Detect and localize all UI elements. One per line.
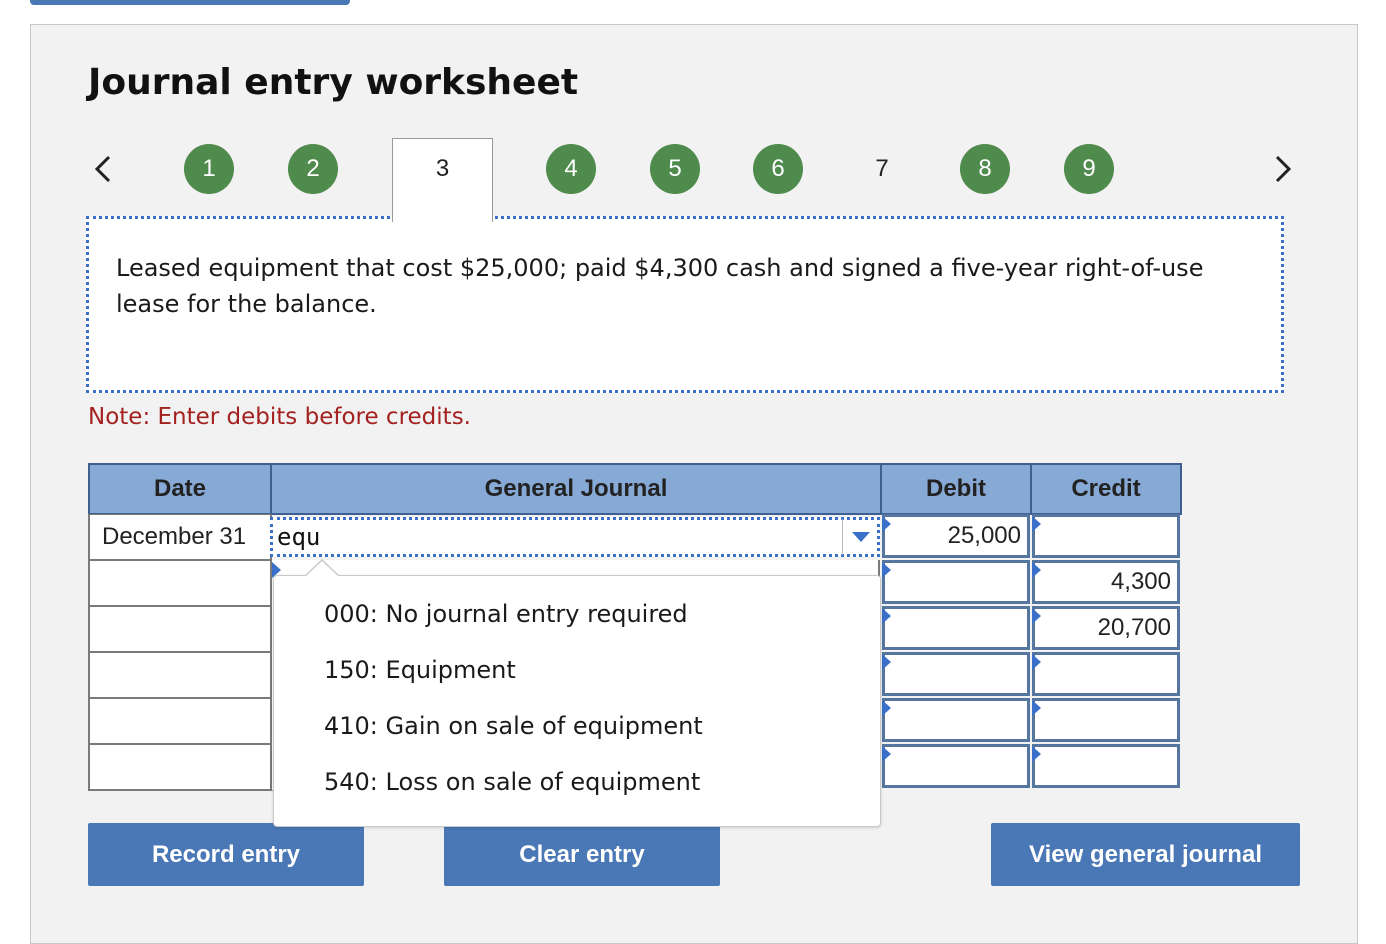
worksheet-title: Journal entry worksheet	[88, 62, 579, 103]
credit-column-header: Credit	[1030, 463, 1182, 515]
debit-cell[interactable]	[882, 698, 1030, 742]
account-option[interactable]: 410: Gain on sale of equipment	[324, 712, 703, 740]
credit-cell[interactable]	[1032, 514, 1180, 558]
credit-cell[interactable]: 20,700	[1032, 606, 1180, 650]
cell-marker-icon	[882, 654, 891, 670]
date-cell[interactable]	[88, 744, 272, 791]
cell-marker-icon	[1032, 608, 1041, 624]
date-column-header: Date	[88, 463, 272, 515]
transaction-description: Leased equipment that cost $25,000; paid…	[116, 254, 1204, 318]
entry-note: Note: Enter debits before credits.	[88, 404, 471, 430]
cell-marker-icon	[882, 608, 891, 624]
chevron-right-icon	[1275, 155, 1292, 183]
date-cell[interactable]	[88, 606, 272, 653]
cell-marker-icon	[882, 516, 891, 532]
debit-cell[interactable]	[882, 652, 1030, 696]
general-journal-column-header: General Journal	[270, 463, 882, 515]
date-cell[interactable]	[88, 560, 272, 607]
credit-cell[interactable]	[1032, 652, 1180, 696]
record-entry-button[interactable]: Record entry	[88, 823, 364, 886]
chevron-left-icon	[94, 155, 111, 183]
cell-marker-icon	[1032, 562, 1041, 578]
cell-marker-icon	[1032, 700, 1041, 716]
debit-cell[interactable]	[882, 560, 1030, 604]
dropdown-arrow-icon	[851, 532, 870, 542]
cell-marker-icon	[1032, 654, 1041, 670]
cell-marker-icon	[882, 562, 891, 578]
credit-cell[interactable]: 4,300	[1032, 560, 1180, 604]
debit-cell[interactable]: 25,000	[882, 514, 1030, 558]
date-cell[interactable]	[88, 698, 272, 745]
cell-marker-icon	[882, 700, 891, 716]
account-option[interactable]: 150: Equipment	[324, 656, 516, 684]
top-accent-bar	[30, 0, 350, 5]
cell-marker-icon	[882, 746, 891, 762]
step-9[interactable]: 9	[1064, 144, 1114, 194]
view-general-journal-button[interactable]: View general journal	[991, 823, 1300, 886]
step-1[interactable]: 1	[184, 144, 234, 194]
credit-cell[interactable]	[1032, 698, 1180, 742]
step-5[interactable]: 5	[650, 144, 700, 194]
clear-entry-button[interactable]: Clear entry	[444, 823, 720, 886]
popup-caret	[306, 561, 338, 576]
account-option[interactable]: 000: No journal entry required	[324, 600, 688, 628]
cell-marker-icon	[1032, 516, 1041, 532]
account-dropdown-toggle[interactable]	[842, 519, 878, 555]
account-option[interactable]: 540: Loss on sale of equipment	[324, 768, 700, 796]
debit-column-header: Debit	[880, 463, 1032, 515]
debit-cell[interactable]	[882, 744, 1030, 788]
step-6[interactable]: 6	[753, 144, 803, 194]
account-options-popup: 000: No journal entry required 150: Equi…	[273, 575, 881, 827]
next-step-button[interactable]	[1268, 146, 1298, 192]
step-2[interactable]: 2	[288, 144, 338, 194]
credit-cell[interactable]	[1032, 744, 1180, 788]
prev-step-button[interactable]	[88, 146, 118, 192]
step-4[interactable]: 4	[546, 144, 596, 194]
account-search-input[interactable]	[270, 517, 880, 557]
date-cell[interactable]: December 31	[88, 514, 272, 561]
debit-cell[interactable]	[882, 606, 1030, 650]
date-cell[interactable]	[88, 652, 272, 699]
step-8[interactable]: 8	[960, 144, 1010, 194]
step-3-active-tab[interactable]: 3	[392, 138, 493, 222]
step-7[interactable]: 7	[857, 144, 907, 194]
cell-marker-icon	[1032, 746, 1041, 762]
